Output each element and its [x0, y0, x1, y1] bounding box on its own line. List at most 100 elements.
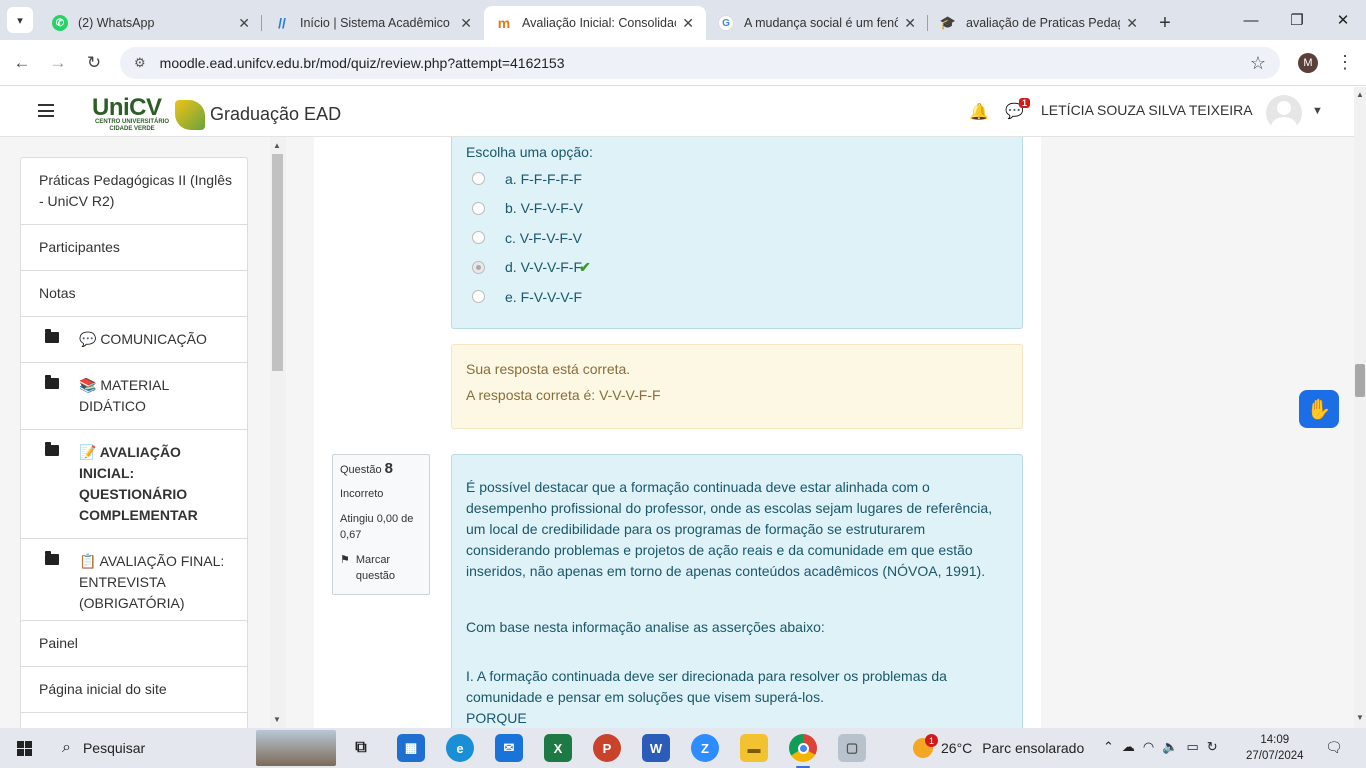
windows-start-icon[interactable]: [0, 728, 48, 768]
whatsapp-icon: ✆: [52, 15, 68, 31]
drawer-scrollbar[interactable]: ▲ ▼: [270, 137, 286, 728]
nav-item-dashboard[interactable]: Painel: [21, 621, 247, 667]
scrollbar-thumb[interactable]: [272, 154, 283, 371]
back-icon[interactable]: ←: [4, 53, 40, 73]
profile-avatar[interactable]: M: [1298, 53, 1318, 73]
scroll-up-icon[interactable]: ▲: [273, 141, 281, 150]
url-field[interactable]: ⚙ moodle.ead.unifcv.edu.br/mod/quiz/revi…: [120, 47, 1280, 79]
caret-down-icon[interactable]: ▼: [1312, 105, 1323, 117]
tab-search-button[interactable]: ▾: [0, 0, 40, 40]
radio-button-selected[interactable]: [472, 260, 485, 274]
folder-icon: [45, 442, 61, 526]
page-body: Práticas Pedagógicas II (Inglês - UniCV …: [0, 137, 1354, 728]
nav-item-calendar[interactable]: Calendário: [21, 713, 247, 728]
weather-widget[interactable]: 1 26°C Parc ensolarado: [913, 734, 1085, 758]
sync-icon[interactable]: ↻: [1207, 739, 1226, 754]
taskbar-search[interactable]: ⌕ Pesquisar: [48, 728, 336, 768]
wifi-icon[interactable]: ◠: [1143, 739, 1162, 754]
zoom-icon[interactable]: Z: [691, 734, 719, 762]
close-icon[interactable]: ✕: [682, 15, 694, 32]
scroll-up-icon[interactable]: ▲: [1356, 90, 1364, 99]
new-tab-button[interactable]: +: [1150, 6, 1180, 40]
option-label: e. F-V-V-V-F: [505, 288, 583, 305]
word-icon[interactable]: W: [642, 734, 670, 762]
browser-tab[interactable]: 🎓 avaliação de Praticas Pedagó ✕: [928, 6, 1150, 40]
close-icon[interactable]: ✕: [904, 15, 916, 32]
close-icon[interactable]: ✕: [460, 15, 472, 32]
site-info-icon[interactable]: ⚙: [134, 55, 146, 71]
chat-icon[interactable]: 💬 1: [1005, 98, 1031, 120]
restore-icon[interactable]: ❐: [1274, 0, 1320, 40]
bookmark-star-icon[interactable]: ☆: [1250, 53, 1266, 74]
notification-center-icon[interactable]: 🗨: [1325, 739, 1343, 756]
tab-title: (2) WhatsApp: [78, 16, 155, 30]
radio-button[interactable]: [472, 172, 485, 186]
nav-item-grades[interactable]: Notas: [21, 271, 247, 317]
nav-item-course[interactable]: Práticas Pedagógicas II (Inglês - UniCV …: [21, 158, 247, 225]
minimize-icon[interactable]: —: [1228, 0, 1274, 40]
chevron-down-icon: ▾: [7, 7, 33, 33]
task-view-icon[interactable]: ⧉: [347, 734, 375, 762]
nav-item-section[interactable]: 📋 AVALIAÇÃO FINAL: ENTREVISTA (OBRIGATÓR…: [21, 539, 247, 626]
chevron-up-icon[interactable]: ⌃: [1103, 739, 1122, 754]
browser-tab-active[interactable]: m Avaliação Inicial: Consolidaç ✕: [484, 6, 706, 40]
answer-option[interactable]: e. F-V-V-V-F: [452, 282, 1022, 312]
answer-option-selected[interactable]: d. V-V-V-F-F ✔: [452, 253, 1022, 283]
address-bar-row: ← → ↻ ⚙ moodle.ead.unifcv.edu.br/mod/qui…: [0, 40, 1366, 86]
forward-icon[interactable]: →: [40, 53, 76, 73]
volume-icon[interactable]: 🔈: [1162, 739, 1186, 754]
answer-option[interactable]: b. V-F-V-F-V: [452, 194, 1022, 224]
scroll-down-icon[interactable]: ▼: [273, 715, 281, 724]
radio-button[interactable]: [472, 290, 485, 304]
edge-icon[interactable]: e: [446, 734, 474, 762]
reload-icon[interactable]: ↻: [76, 53, 112, 73]
browser-menu-icon[interactable]: ⋮: [1336, 52, 1354, 73]
option-label: a. F-F-F-F-F: [505, 170, 582, 187]
user-avatar[interactable]: [1266, 95, 1302, 131]
close-window-icon[interactable]: ✕: [1320, 0, 1366, 40]
question-status: Incorreto: [340, 488, 384, 500]
close-icon[interactable]: ✕: [1126, 15, 1138, 32]
weather-description: Parc ensolarado: [982, 740, 1085, 756]
cloud-icon[interactable]: ☁: [1122, 739, 1143, 754]
site-brand[interactable]: Graduação EAD: [210, 104, 341, 125]
course-nav-card: Práticas Pedagógicas II (Inglês - UniCV …: [20, 157, 248, 627]
scrollbar-thumb[interactable]: [1355, 364, 1365, 397]
hamburger-menu-icon[interactable]: [38, 104, 54, 117]
system-tray[interactable]: ⌃☁◠🔈▭↻: [1103, 739, 1226, 755]
logo-text: UniCV: [92, 94, 162, 121]
excel-icon[interactable]: X: [544, 734, 572, 762]
section-label: 📋 AVALIAÇÃO FINAL: ENTREVISTA (OBRIGATÓR…: [79, 553, 225, 611]
app-window-icon[interactable]: ▢: [838, 734, 866, 762]
radio-button[interactable]: [472, 231, 485, 245]
system-clock[interactable]: 14:09 27/07/2024: [1246, 732, 1304, 764]
answer-option[interactable]: a. F-F-F-F-F: [452, 164, 1022, 194]
battery-icon[interactable]: ▭: [1186, 739, 1206, 754]
quiz-review-content: Escolha uma opção: a. F-F-F-F-F b. V-F-V…: [314, 137, 1041, 728]
user-name[interactable]: LETÍCIA SOUZA SILVA TEIXEIRA: [1041, 102, 1253, 118]
nav-item-section-current[interactable]: 📝 AVALIAÇÃO INICIAL: QUESTIONÁRIO COMPLE…: [21, 430, 247, 539]
nav-item-site-home[interactable]: Página inicial do site: [21, 667, 247, 713]
radio-button[interactable]: [472, 201, 485, 215]
store-icon[interactable]: ▦: [397, 734, 425, 762]
browser-tab[interactable]: // Início | Sistema Acadêmico S ✕: [262, 6, 484, 40]
chrome-icon[interactable]: [789, 734, 817, 762]
bell-icon[interactable]: 🔔: [969, 102, 989, 122]
nav-item-section[interactable]: 💬 COMUNICAÇÃO: [21, 317, 247, 363]
browser-tab[interactable]: ✆ (2) WhatsApp ✕: [40, 6, 262, 40]
question-8-info: Questão 8 Incorreto Atingiu 0,00 de 0,67…: [332, 454, 430, 595]
slash-icon: //: [278, 15, 286, 31]
nav-item-participants[interactable]: Participantes: [21, 225, 247, 271]
mail-icon[interactable]: ✉: [495, 734, 523, 762]
nav-item-section[interactable]: 📚 MATERIAL DIDÁTICO: [21, 363, 247, 430]
site-logo[interactable]: UniCV CENTRO UNIVERSITÁRIO CIDADE VERDE: [92, 94, 205, 133]
flag-question-link[interactable]: ⚑ Marcar questão: [340, 552, 422, 584]
answer-option[interactable]: c. V-F-V-F-V: [452, 223, 1022, 253]
browser-tab[interactable]: G A mudança social é um fenô ✕: [706, 6, 928, 40]
close-icon[interactable]: ✕: [238, 15, 250, 32]
scroll-down-icon[interactable]: ▼: [1356, 713, 1364, 722]
page-scrollbar[interactable]: ▲ ▼: [1354, 87, 1366, 728]
powerpoint-icon[interactable]: P: [593, 734, 621, 762]
file-explorer-icon[interactable]: ▬: [740, 734, 768, 762]
accessibility-hands-icon[interactable]: ✋: [1299, 390, 1339, 428]
